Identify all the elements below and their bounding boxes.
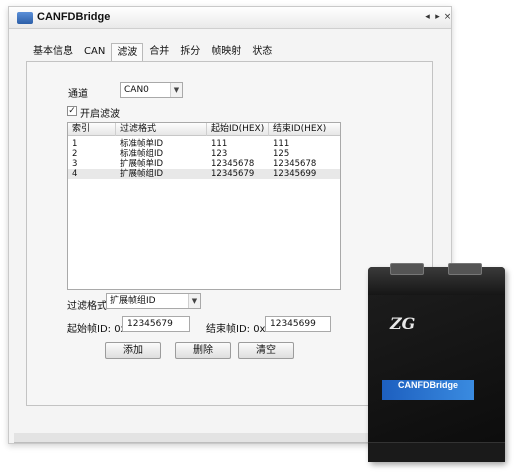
db9-port-icon (448, 263, 482, 275)
start-id-label: 起始帧ID: 0x (67, 324, 127, 335)
device-logo: ZG (390, 314, 416, 333)
table-row-selected[interactable]: 4 扩展帧组ID 12345679 12345699 (68, 169, 340, 179)
end-id-input[interactable]: 12345699 (265, 316, 331, 332)
delete-button[interactable]: 删除 (175, 342, 231, 359)
cell-end-id: 12345678 (273, 159, 317, 169)
cell-index: 1 (72, 139, 78, 149)
chevron-down-icon: ▼ (188, 294, 200, 308)
device-brand: CANFDBridge (398, 380, 458, 390)
cell-index: 2 (72, 149, 78, 159)
filter-format-label: 过滤格式 (67, 301, 107, 312)
tab-basic-info[interactable]: 基本信息 (28, 43, 78, 61)
device-top-panel (368, 263, 505, 295)
enable-filter-checkbox[interactable]: ✓ (67, 106, 77, 116)
app-icon (17, 12, 33, 24)
channel-label: 通道 (68, 89, 88, 100)
tab-status[interactable]: 状态 (247, 43, 277, 61)
cell-format: 标准帧单ID (120, 139, 164, 149)
filter-format-value: 扩展帧组ID (110, 296, 156, 306)
cell-index: 4 (72, 169, 78, 179)
db9-port-icon (390, 263, 424, 275)
table-row[interactable]: 1 标准帧单ID 111 111 (68, 139, 340, 149)
column-header-end-id[interactable]: 结束ID(HEX) (269, 123, 340, 136)
enable-filter-label: 开启滤波 (80, 109, 120, 120)
cell-end-id: 12345699 (273, 169, 317, 179)
close-icon[interactable]: × (442, 11, 453, 23)
chevron-down-icon: ▼ (170, 83, 182, 97)
cell-start-id: 12345679 (211, 169, 255, 179)
tab-split[interactable]: 拆分 (175, 43, 205, 61)
cell-start-id: 123 (211, 149, 228, 159)
cell-end-id: 125 (273, 149, 290, 159)
clear-button[interactable]: 清空 (238, 342, 294, 359)
channel-select-value: CAN0 (124, 85, 149, 95)
column-header-format[interactable]: 过滤格式 (116, 123, 207, 136)
cell-start-id: 12345678 (211, 159, 255, 169)
tab-merge[interactable]: 合并 (144, 43, 174, 61)
cell-end-id: 111 (273, 139, 290, 149)
tab-frame-mapping[interactable]: 帧映射 (206, 43, 246, 61)
add-button[interactable]: 添加 (105, 342, 161, 359)
device-bottom-panel (368, 442, 505, 462)
cell-start-id: 111 (211, 139, 228, 149)
cell-format: 扩展帧组ID (120, 169, 164, 179)
filter-format-select[interactable]: 扩展帧组ID ▼ (106, 293, 201, 309)
cell-format: 扩展帧单ID (120, 159, 164, 169)
title-bar: CANFDBridge ◂ ▸ × (9, 7, 451, 29)
cell-format: 标准帧组ID (120, 149, 164, 159)
table-header: 索引 过滤格式 起始ID(HEX) 结束ID(HEX) (68, 123, 340, 136)
cell-index: 3 (72, 159, 78, 169)
end-id-label: 结束帧ID: 0x (206, 324, 266, 335)
device-photo: ZG CANFDBridge (368, 263, 505, 462)
filter-table: 索引 过滤格式 起始ID(HEX) 结束ID(HEX) 1 标准帧单ID 111… (67, 122, 341, 290)
column-header-start-id[interactable]: 起始ID(HEX) (207, 123, 269, 136)
tab-bar: 基本信息 CAN 滤波 合并 拆分 帧映射 状态 (28, 43, 278, 62)
tab-filter[interactable]: 滤波 (111, 43, 144, 62)
start-id-input[interactable]: 12345679 (122, 316, 190, 332)
tab-can[interactable]: CAN (79, 43, 110, 61)
window-title: CANFDBridge (37, 11, 111, 23)
table-row[interactable]: 2 标准帧组ID 123 125 (68, 149, 340, 159)
channel-select[interactable]: CAN0 ▼ (120, 82, 183, 98)
column-header-index[interactable]: 索引 (68, 123, 116, 136)
table-row[interactable]: 3 扩展帧单ID 12345678 12345678 (68, 159, 340, 169)
